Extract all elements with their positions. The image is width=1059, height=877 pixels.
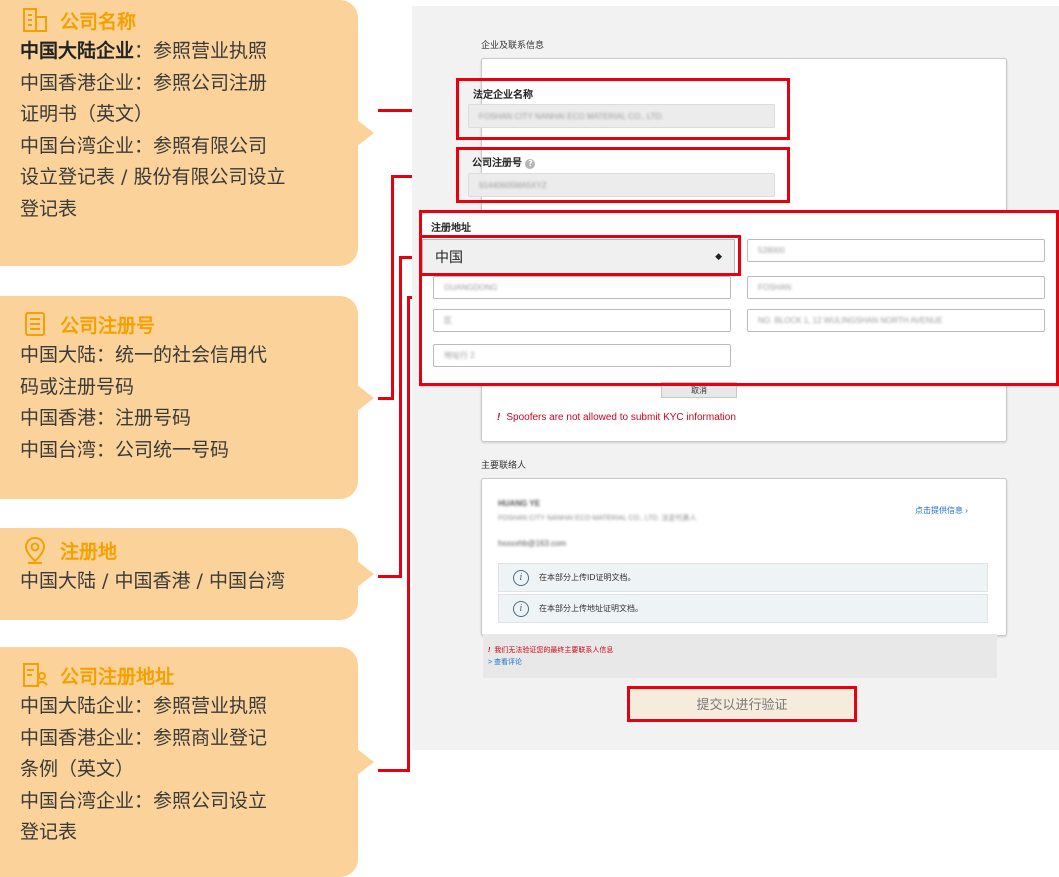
callout-line: 登记表 — [20, 821, 78, 843]
callout-line: 中国台湾企业：参照有限公司 — [20, 134, 268, 157]
callout-line: 中国香港企业：参照公司注册 — [20, 71, 268, 94]
section-company-contact-label: 企业及联系信息 — [481, 41, 545, 51]
connector-line — [391, 175, 394, 400]
provide-info-link[interactable]: 点击提供信息 › — [915, 505, 968, 516]
contact-name: HUANG YE — [498, 499, 541, 508]
section-primary-contact-label: 主要联络人 — [481, 461, 527, 471]
callout-line: 设立登记表 / 股份有限公司设立 — [20, 166, 286, 188]
callout-title: 公司注册号 — [60, 314, 156, 337]
callout-title: 注册地 — [60, 540, 118, 563]
connector-line — [399, 256, 402, 578]
highlight-country-select — [419, 235, 741, 276]
connector-line — [407, 296, 410, 772]
callout-registration-address: 公司注册地址 中国大陆企业：参照营业执照 中国香港企业：参照商业登记 条例（英文… — [0, 647, 374, 877]
callout-title: 公司注册地址 — [60, 665, 175, 688]
callout-line: 证明书（英文） — [20, 103, 154, 125]
id-proof-upload-row[interactable]: i 在本部分上传ID证明文档。 — [498, 563, 988, 592]
callout-line: 中国台湾：公司统一号码 — [20, 438, 230, 461]
highlight-legal-name — [456, 78, 790, 140]
highlight-registration-number — [456, 147, 790, 203]
document-icon — [25, 312, 45, 336]
verification-error-note: ! 我们无法验证您的最终主要联系人信息 — [488, 647, 614, 654]
address-proof-upload-row[interactable]: i 在本部分上传地址证明文档。 — [498, 594, 988, 623]
callout-line: 中国大陆 / 中国香港 / 中国台湾 — [20, 570, 285, 592]
connector-line — [378, 769, 410, 772]
callout-line: 中国大陆企业：参照营业执照 — [20, 40, 268, 62]
callout-title: 公司名称 — [60, 10, 137, 33]
view-review-link[interactable]: > 查看评论 — [488, 657, 522, 667]
spoofer-warning: ! Spoofers are not allowed to submit KYC … — [497, 412, 736, 423]
callout-line: 中国大陆：统一的社会信用代 — [20, 344, 268, 366]
callout-line: 中国香港：注册号码 — [20, 407, 192, 429]
verification-error-box — [483, 634, 997, 678]
callout-registration-place: 注册地 中国大陆 / 中国香港 / 中国台湾 — [0, 528, 374, 620]
callout-registration-number: 公司注册号 中国大陆：统一的社会信用代 码或注册号码 中国香港：注册号码 中国台… — [0, 296, 374, 499]
contact-email: hxxxxhb@163.com — [498, 539, 567, 548]
callout-line: 条例（英文） — [20, 758, 135, 780]
callout-line: 码或注册号码 — [20, 375, 135, 398]
callout-company-name: 公司名称 中国大陆企业：参照营业执照 中国香港企业：参照公司注册 证明书（英文）… — [0, 0, 374, 266]
warning-icon: ! — [497, 412, 501, 423]
location-pin-icon — [24, 536, 46, 564]
warning-icon: ! — [488, 647, 491, 654]
address-doc-icon — [23, 663, 48, 687]
building-icon — [23, 8, 47, 32]
callout-line: 中国大陆企业：参照营业执照 — [20, 695, 268, 717]
info-icon: i — [513, 600, 529, 617]
callout-line: 中国台湾企业：参照公司设立 — [20, 789, 268, 812]
info-icon: i — [513, 569, 529, 586]
highlight-submit-button — [627, 686, 857, 722]
callout-line: 登记表 — [20, 197, 78, 220]
contact-company: FOSHAN CITY NANHAI ECO MATERIAL CO., LTD… — [498, 515, 697, 522]
callout-line: 中国香港企业：参照商业登记 — [20, 726, 268, 749]
